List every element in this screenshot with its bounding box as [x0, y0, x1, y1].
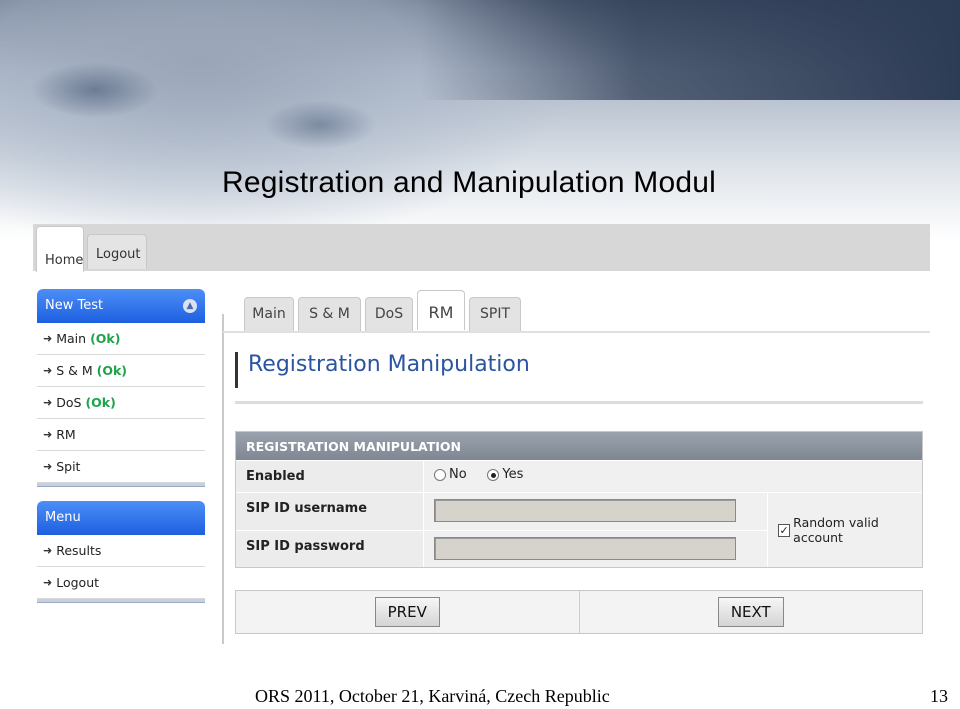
page-heading: Registration Manipulation	[235, 352, 530, 388]
credentials-block: SIP ID username SIP ID password ✓ Random…	[236, 492, 922, 567]
status-ok: (Ok)	[85, 395, 116, 410]
sidebar-item-label: RM	[56, 427, 76, 442]
vertical-divider	[222, 314, 224, 644]
sidebar-item-spit[interactable]: ➜ Spit	[37, 451, 205, 483]
new-test-panel-header[interactable]: New Test ▲	[37, 289, 205, 323]
tab-rm[interactable]: RM	[417, 290, 465, 330]
page-number: 13	[930, 686, 948, 706]
tab-home[interactable]: Home	[36, 226, 84, 272]
arrow-right-icon: ➜	[43, 396, 53, 409]
menu-panel-header: Menu	[37, 501, 205, 535]
sidebar-item-label: DoS	[56, 395, 82, 410]
tab-baseline	[223, 331, 930, 333]
tab-main[interactable]: Main	[244, 297, 294, 331]
radio-no-label: No	[449, 467, 467, 482]
nav-left: PREV	[236, 591, 580, 633]
username-label: SIP ID username	[236, 493, 424, 530]
tab-spit[interactable]: SPIT	[469, 297, 521, 331]
enabled-options: No Yes	[424, 461, 922, 492]
sidebar-item-main[interactable]: ➜ Main (Ok)	[37, 323, 205, 355]
arrow-right-icon: ➜	[43, 460, 53, 473]
enabled-row: Enabled No Yes	[236, 460, 922, 492]
form-header: REGISTRATION MANIPULATION	[236, 432, 922, 460]
random-account-label: Random valid account	[793, 515, 879, 545]
random-account-checkbox[interactable]: ✓	[778, 523, 791, 537]
menu-panel-title: Menu	[45, 510, 81, 525]
registration-form: REGISTRATION MANIPULATION Enabled No Yes…	[235, 431, 923, 568]
app-window: Home Logout New Test ▲ ➜ Main (Ok) ➜ S &…	[33, 224, 930, 644]
radio-no[interactable]	[434, 468, 446, 481]
enabled-label: Enabled	[236, 461, 424, 492]
panel-footer	[37, 599, 205, 603]
sidebar-item-label: Main	[56, 331, 87, 346]
arrow-right-icon: ➜	[43, 544, 53, 557]
nav-right: NEXT	[580, 591, 923, 633]
sidebar-item-label: Logout	[56, 575, 100, 590]
sip-password-input[interactable]	[434, 536, 736, 560]
sidebar-item-logout[interactable]: ➜ Logout	[37, 567, 205, 599]
navigation-bar: PREV NEXT	[235, 590, 923, 634]
top-tab-bar: Home Logout	[33, 224, 930, 272]
tab-logout[interactable]: Logout	[87, 234, 147, 269]
sidebar-item-label: Results	[56, 543, 102, 558]
tab-s-m[interactable]: S & M	[298, 297, 361, 331]
slide-footer: ORS 2011, October 21, Karviná, Czech Rep…	[255, 686, 610, 706]
panel-footer	[37, 483, 205, 487]
prev-button[interactable]: PREV	[374, 597, 440, 627]
password-label: SIP ID password	[236, 530, 424, 567]
random-account-cell: ✓ Random valid account	[767, 493, 922, 567]
sip-username-input[interactable]	[434, 499, 736, 522]
tab-dos[interactable]: DoS	[365, 297, 413, 331]
sidebar-item-label: Spit	[56, 459, 81, 474]
arrow-right-icon: ➜	[43, 332, 53, 345]
status-ok: (Ok)	[90, 331, 121, 346]
new-test-panel: New Test ▲ ➜ Main (Ok) ➜ S & M (Ok) ➜ Do…	[37, 289, 205, 487]
slide-title: Registration and Manipulation Modul	[222, 166, 716, 199]
collapse-icon[interactable]: ▲	[183, 299, 197, 313]
next-button[interactable]: NEXT	[717, 597, 784, 627]
username-cell	[424, 493, 767, 530]
password-row: SIP ID password	[236, 529, 767, 568]
sidebar-item-s-m[interactable]: ➜ S & M (Ok)	[37, 355, 205, 387]
sidebar-item-dos[interactable]: ➜ DoS (Ok)	[37, 387, 205, 419]
sidebar-item-label: S & M	[56, 363, 93, 378]
sidebar-item-results[interactable]: ➜ Results	[37, 535, 205, 567]
radio-yes-label: Yes	[502, 467, 524, 482]
sidebar-item-rm[interactable]: ➜ RM	[37, 419, 205, 451]
new-test-panel-title: New Test	[45, 298, 104, 313]
credentials-fields: SIP ID username SIP ID password	[236, 493, 767, 567]
radio-yes[interactable]	[487, 468, 500, 481]
menu-panel: Menu ➜ Results ➜ Logout	[37, 501, 205, 603]
arrow-right-icon: ➜	[43, 428, 53, 441]
password-cell	[424, 531, 767, 568]
slide-background-overlay	[420, 0, 960, 100]
status-ok: (Ok)	[96, 363, 128, 378]
heading-divider	[235, 401, 923, 404]
username-row: SIP ID username	[236, 493, 767, 530]
arrow-right-icon: ➜	[43, 364, 53, 377]
arrow-right-icon: ➜	[43, 576, 53, 589]
